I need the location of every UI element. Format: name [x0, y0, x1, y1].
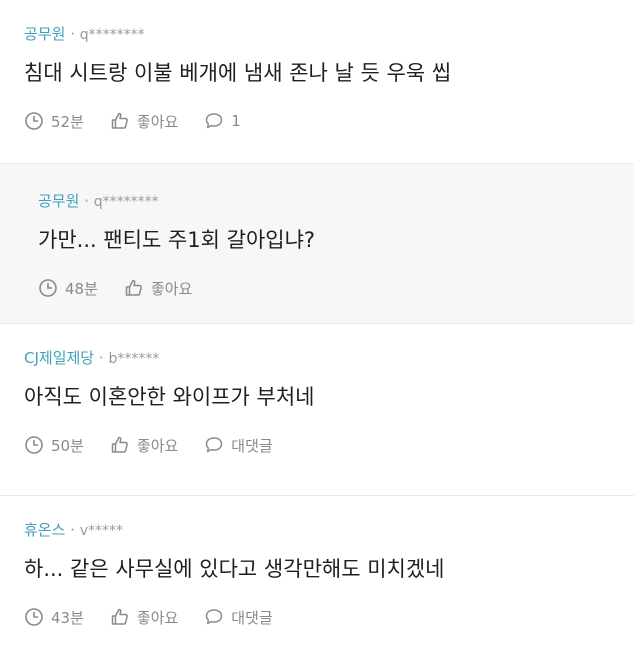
- clock-icon: [25, 436, 43, 454]
- time-label: 50분: [51, 436, 84, 455]
- thumbs-up-icon: [111, 112, 128, 129]
- company-name[interactable]: 공무원: [38, 192, 79, 210]
- reply-button[interactable]: 1: [204, 111, 241, 131]
- comment-meta: CJ제일제당 · b******: [24, 348, 159, 369]
- like-label: 좋아요: [136, 112, 179, 131]
- comment: CJ제일제당 · b****** 아직도 이혼안한 와이프가 부처네 50분 좋…: [0, 324, 634, 496]
- comment-actions: 43분 좋아요 대댓글: [24, 606, 299, 628]
- comment-actions: 48분 좋아요: [38, 277, 218, 299]
- timestamp: 50분: [24, 435, 84, 456]
- comment: 공무원 · q******** 침대 시트랑 이불 베개에 냄새 존나 날 듯 …: [0, 0, 634, 164]
- company-name[interactable]: 휴온스: [24, 521, 65, 539]
- like-label: 좋아요: [136, 436, 179, 455]
- comment-actions: 50분 좋아요 대댓글: [24, 434, 299, 456]
- clock-icon: [25, 608, 43, 626]
- comment-text: 침대 시트랑 이불 베개에 냄새 존나 날 듯 우욱 씹: [24, 61, 452, 85]
- meta-separator: ·: [98, 349, 104, 367]
- user-id: q********: [79, 27, 145, 43]
- comment-actions: 52분 좋아요 1: [24, 110, 267, 132]
- time-label: 48분: [65, 279, 98, 298]
- comment-meta: 휴온스 · v*****: [24, 520, 123, 541]
- like-button[interactable]: 좋아요: [110, 435, 178, 456]
- user-id: v*****: [79, 523, 124, 539]
- company-name[interactable]: CJ제일제당: [24, 349, 94, 367]
- meta-separator: ·: [84, 192, 89, 210]
- comment-meta: 공무원 · q********: [38, 191, 159, 212]
- thumbs-up-icon: [125, 279, 142, 296]
- like-label: 좋아요: [136, 608, 179, 627]
- like-button[interactable]: 좋아요: [124, 278, 192, 299]
- comment-meta: 공무원 · q********: [24, 24, 145, 45]
- comment: 휴온스 · v***** 하... 같은 사무실에 있다고 생각만해도 미치겠네…: [0, 496, 634, 648]
- timestamp: 52분: [24, 111, 84, 132]
- comment-text: 하... 같은 사무실에 있다고 생각만해도 미치겠네: [24, 557, 445, 581]
- clock-icon: [39, 279, 57, 297]
- speech-bubble-icon: [206, 609, 223, 625]
- speech-bubble-icon: [206, 437, 223, 453]
- timestamp: 43분: [24, 607, 84, 628]
- user-id: q********: [93, 194, 159, 210]
- like-label: 좋아요: [150, 279, 193, 298]
- comment-text: 아직도 이혼안한 와이프가 부처네: [24, 385, 315, 409]
- reply-comment: 공무원 · q******** 가만... 팬티도 주1회 갈아입냐? 48분 …: [0, 164, 634, 324]
- thumbs-up-icon: [111, 436, 128, 453]
- thumbs-up-icon: [111, 608, 128, 625]
- reply-button[interactable]: 대댓글: [204, 435, 273, 456]
- like-button[interactable]: 좋아요: [110, 111, 178, 132]
- speech-bubble-icon: [206, 113, 223, 129]
- time-label: 52분: [51, 112, 84, 131]
- company-name[interactable]: 공무원: [24, 25, 65, 43]
- comment-text: 가만... 팬티도 주1회 갈아입냐?: [38, 228, 316, 252]
- reply-label: 대댓글: [231, 436, 273, 455]
- clock-icon: [25, 112, 43, 130]
- reply-button[interactable]: 대댓글: [204, 607, 273, 628]
- user-id: b******: [108, 351, 160, 367]
- timestamp: 48분: [38, 278, 98, 299]
- meta-separator: ·: [70, 521, 75, 539]
- time-label: 43분: [51, 608, 84, 627]
- like-button[interactable]: 좋아요: [110, 607, 178, 628]
- meta-separator: ·: [70, 25, 75, 43]
- reply-label: 대댓글: [231, 608, 273, 627]
- reply-count: 1: [231, 112, 241, 130]
